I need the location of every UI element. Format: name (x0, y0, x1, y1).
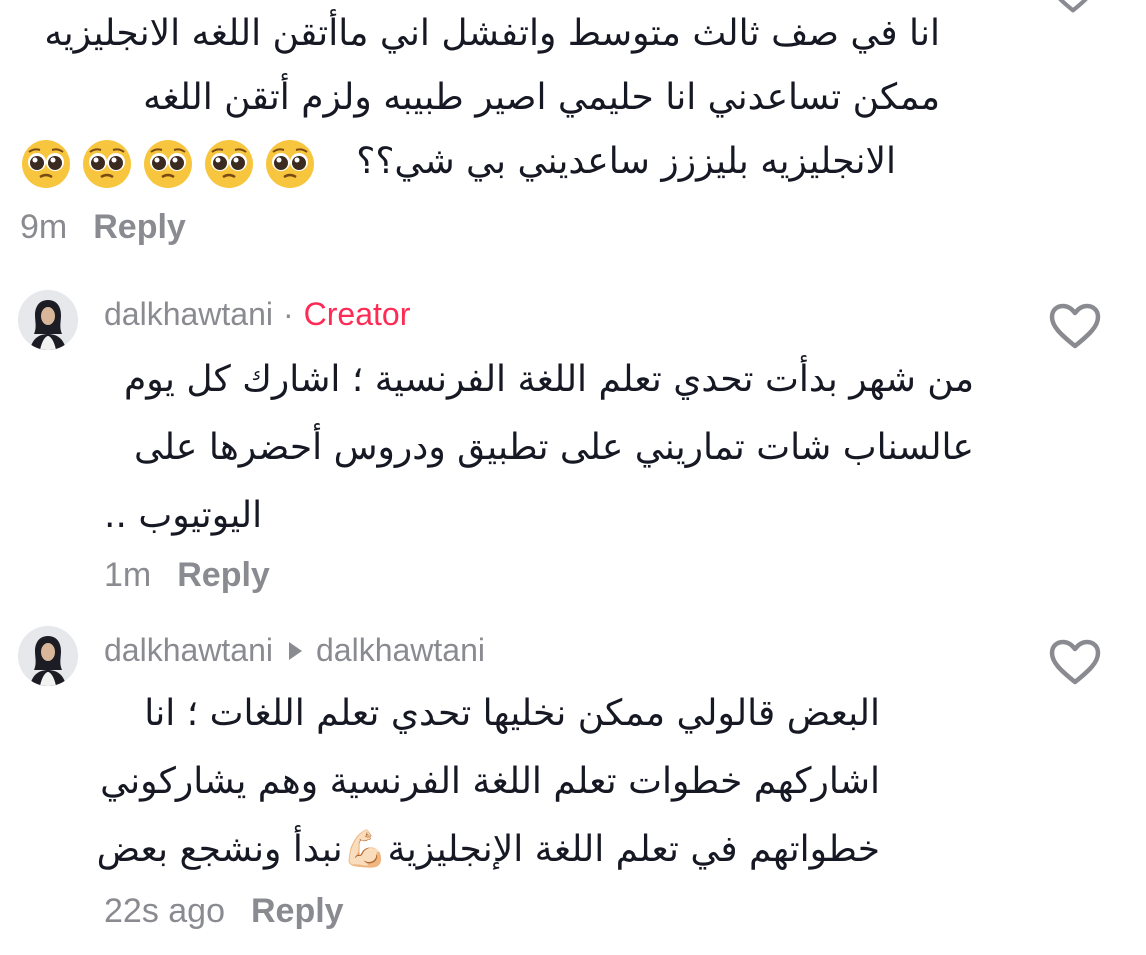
avatar[interactable] (18, 290, 78, 350)
comment-text-line: انا في صف ثالث متوسط واتفشل اني ماأتقن ا… (44, 13, 940, 54)
comment-2-text: من شهر بدأت تحدي تعلم اللغة الفرنسية ؛ ا… (104, 346, 974, 482)
comment-text-line: اليوتيوب .. (104, 495, 263, 536)
comment-meta: 22s ago Reply (104, 892, 344, 931)
comment-text-line: البعض قالولي ممكن نخليها تحدي تعلم اللغا… (144, 693, 880, 734)
creator-badge: Creator (303, 296, 411, 332)
comment-1-text: انا في صف ثالث متوسط واتفشل اني ماأتقن ا… (0, 2, 940, 130)
comment-time: 9m (20, 208, 68, 246)
comment-time: 22s ago (104, 892, 225, 930)
comment-3-text: البعض قالولي ممكن نخليها تحدي تعلم اللغا… (96, 680, 880, 884)
comment-meta: 9m Reply (20, 208, 186, 247)
comment-time: 1m (104, 556, 152, 594)
heart-outline-icon[interactable] (1048, 638, 1102, 686)
reply-button[interactable]: Reply (251, 892, 344, 931)
pleading-face-emoji (22, 140, 70, 188)
reply-button[interactable]: Reply (93, 208, 186, 247)
avatar-image (18, 626, 78, 686)
username[interactable]: dalkhawtani (104, 296, 273, 333)
heart-outline-icon[interactable] (1048, 0, 1098, 14)
emoji-row (20, 138, 316, 190)
reply-button[interactable]: Reply (177, 556, 270, 595)
heart-outline-icon[interactable] (1048, 302, 1102, 350)
comment-text-line: من شهر بدأت تحدي تعلم اللغة الفرنسية ؛ ا… (124, 359, 974, 400)
comment-text-line: ممكن تساعدني انا حليمي اصير طبيبه ولزم أ… (143, 77, 940, 118)
pleading-face-emoji (83, 140, 131, 188)
avatar[interactable] (18, 626, 78, 686)
comment-header: dalkhawtani dalkhawtani (104, 632, 485, 669)
pleading-face-emoji (205, 140, 253, 188)
username[interactable]: dalkhawtani (104, 632, 273, 669)
comment-text-line: اشاركهم خطوات تعلم اللغة الفرنسية وهم يش… (100, 761, 880, 802)
comment-text-line: خطواتهم في تعلم اللغة الإنجليزية💪🏻نبدأ و… (96, 829, 880, 870)
pleading-face-emoji (266, 140, 314, 188)
pleading-face-emoji (144, 140, 192, 188)
separator-dot: · (283, 296, 294, 332)
avatar-image (18, 290, 78, 350)
comment-header: dalkhawtani · Creator (104, 296, 410, 333)
reply-arrow-icon (289, 641, 302, 660)
comment-text-line: الانجليزيه بليززز ساعديني بي شي؟؟ (356, 141, 896, 182)
comment-meta: 1m Reply (104, 556, 270, 595)
reply-to-username[interactable]: dalkhawtani (316, 632, 485, 669)
comment-text-line: عالسناب شات تماريني على تطبيق ودروس أحضر… (134, 427, 974, 468)
